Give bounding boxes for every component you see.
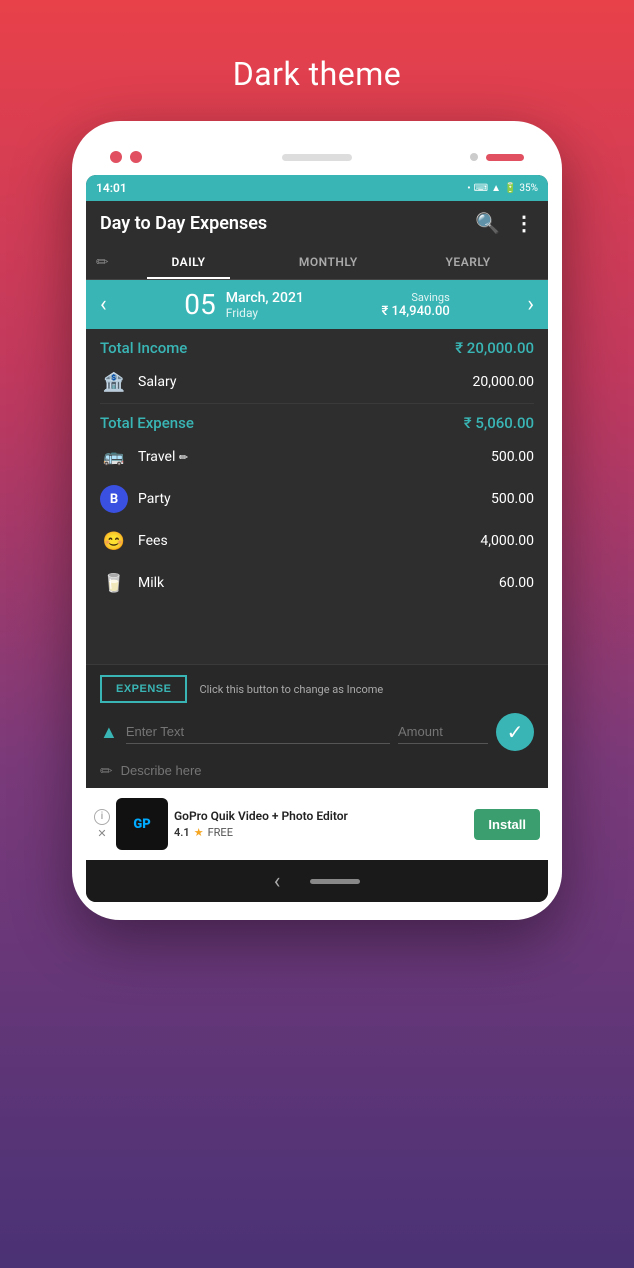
party-amount: 500.00 bbox=[491, 491, 534, 507]
page-title: Dark theme bbox=[233, 55, 402, 93]
expense-total: ₹ 5,060.00 bbox=[464, 414, 534, 432]
nav-home-btn[interactable] bbox=[310, 879, 360, 884]
ad-info-icon[interactable]: i bbox=[94, 809, 110, 825]
app-title: Day to Day Expenses bbox=[100, 213, 267, 234]
phone-shell: 14:01 • ⌨ ▲ 🔋 35% Day to Day Expenses 🔍 … bbox=[72, 121, 562, 920]
income-total: ₹ 20,000.00 bbox=[455, 339, 534, 357]
transaction-row-salary[interactable]: 🏦 Salary 20,000.00 bbox=[86, 361, 548, 403]
ad-thumbnail: GP bbox=[116, 798, 168, 850]
tab-monthly[interactable]: MONTHLY bbox=[258, 245, 398, 279]
date-month-year: March, 2021 bbox=[226, 290, 304, 306]
ad-title: GoPro Quik Video + Photo Editor bbox=[174, 809, 468, 825]
tabs-row: ✏ DAILY MONTHLY YEARLY bbox=[86, 245, 548, 280]
describe-icon: ✏ bbox=[100, 762, 113, 780]
savings-amount: ₹ 14,940.00 bbox=[381, 304, 449, 319]
ad-install-btn[interactable]: Install bbox=[474, 809, 540, 840]
expense-section: Total Expense ₹ 5,060.00 🚌 Travel ✏ 500.… bbox=[86, 404, 548, 604]
nav-back-btn[interactable]: ‹ bbox=[274, 869, 281, 894]
fees-name: Fees bbox=[138, 533, 480, 549]
savings-label: Savings bbox=[381, 291, 449, 304]
date-weekday: Friday bbox=[226, 306, 304, 320]
ad-banner: i ✕ GP GoPro Quik Video + Photo Editor 4… bbox=[86, 788, 548, 860]
milk-amount: 60.00 bbox=[499, 575, 534, 591]
status-bar: 14:01 • ⌨ ▲ 🔋 35% bbox=[86, 175, 548, 201]
income-section: Total Income ₹ 20,000.00 🏦 Salary 20,000… bbox=[86, 329, 548, 403]
search-icon[interactable]: 🔍 bbox=[475, 211, 500, 235]
party-name: Party bbox=[138, 491, 491, 507]
prev-date-arrow[interactable]: ‹ bbox=[100, 292, 107, 317]
party-icon: B bbox=[100, 485, 128, 513]
ad-close-icon[interactable]: ✕ bbox=[97, 827, 106, 840]
confirm-btn[interactable]: ✓ bbox=[496, 713, 534, 751]
transaction-row-party[interactable]: B Party 500.00 bbox=[86, 478, 548, 520]
fees-amount: 4,000.00 bbox=[480, 533, 534, 549]
phone-speaker bbox=[282, 154, 352, 161]
bottom-form: EXPENSE Click this button to change as I… bbox=[86, 664, 548, 788]
expense-title: Total Expense bbox=[100, 414, 194, 432]
text-input[interactable] bbox=[126, 720, 390, 744]
phone-dot-left2 bbox=[130, 151, 142, 163]
app-bar: Day to Day Expenses 🔍 ⋮ bbox=[86, 201, 548, 245]
transaction-row-travel[interactable]: 🚌 Travel ✏ 500.00 bbox=[86, 436, 548, 478]
salary-amount: 20,000.00 bbox=[472, 374, 534, 390]
salary-name: Salary bbox=[138, 374, 472, 390]
transaction-row-milk[interactable]: 🥛 Milk 60.00 bbox=[86, 562, 548, 604]
salary-icon: 🏦 bbox=[100, 368, 128, 396]
phone-dot-left1 bbox=[110, 151, 122, 163]
describe-input[interactable] bbox=[121, 759, 534, 782]
travel-amount: 500.00 bbox=[491, 449, 534, 465]
phone-btn bbox=[486, 154, 524, 161]
phone-cam bbox=[470, 153, 478, 161]
category-icon: ▲ bbox=[100, 722, 118, 743]
income-title: Total Income bbox=[100, 339, 187, 357]
toggle-hint: Click this button to change as Income bbox=[199, 683, 383, 696]
nav-bar: ‹ bbox=[86, 860, 548, 902]
milk-name: Milk bbox=[138, 575, 499, 591]
transaction-row-fees[interactable]: 😊 Fees 4,000.00 bbox=[86, 520, 548, 562]
tab-yearly[interactable]: YEARLY bbox=[398, 245, 538, 279]
ad-stars-icon: ★ bbox=[194, 826, 204, 839]
next-date-arrow[interactable]: › bbox=[527, 292, 534, 317]
screen: 14:01 • ⌨ ▲ 🔋 35% Day to Day Expenses 🔍 … bbox=[86, 175, 548, 902]
travel-name: Travel ✏ bbox=[138, 449, 491, 465]
amount-input[interactable] bbox=[398, 720, 488, 744]
ad-free-label: FREE bbox=[208, 826, 233, 839]
status-icons: • ⌨ ▲ 🔋 35% bbox=[467, 183, 538, 194]
edit-icon: ✏ bbox=[96, 253, 109, 271]
ad-rating: 4.1 bbox=[174, 826, 190, 839]
travel-icon: 🚌 bbox=[100, 443, 128, 471]
expense-toggle-btn[interactable]: EXPENSE bbox=[100, 675, 187, 703]
more-icon[interactable]: ⋮ bbox=[514, 211, 534, 235]
status-time: 14:01 bbox=[96, 181, 127, 195]
date-nav: ‹ 05 March, 2021 Friday Savings ₹ 14,940… bbox=[86, 280, 548, 329]
milk-icon: 🥛 bbox=[100, 569, 128, 597]
tab-daily[interactable]: DAILY bbox=[119, 245, 259, 279]
date-day: 05 bbox=[184, 288, 215, 321]
fees-icon: 😊 bbox=[100, 527, 128, 555]
